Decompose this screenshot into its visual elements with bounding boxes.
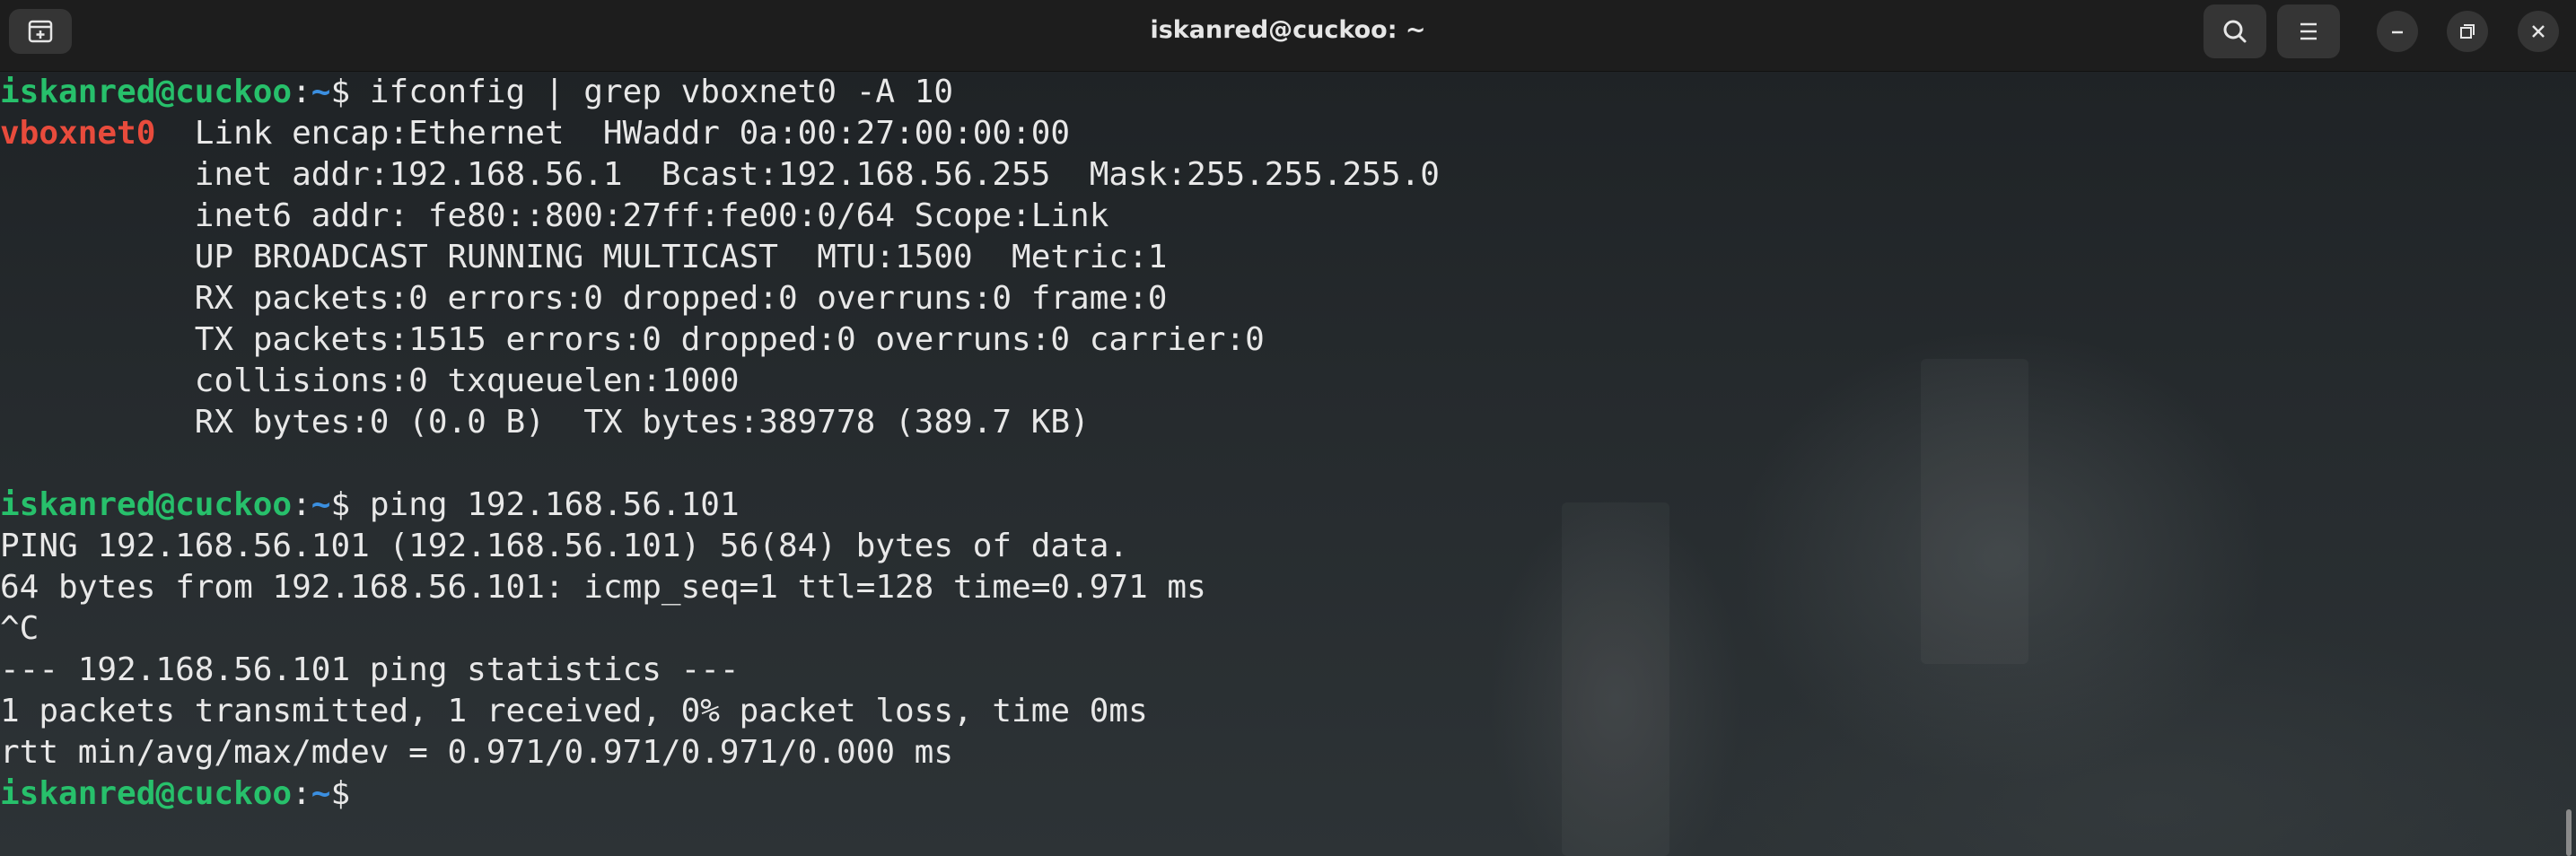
close-icon [2532, 25, 2545, 38]
search-icon [2223, 20, 2247, 43]
search-button[interactable] [2204, 4, 2266, 58]
new-tab-button[interactable] [9, 9, 72, 54]
header-bar: iskanred@cuckoo: ~ [0, 0, 2576, 72]
output-line: collisions:0 txqueuelen:1000 [0, 362, 740, 399]
output-line: RX packets:0 errors:0 dropped:0 overruns… [0, 280, 1168, 317]
output-text: Link encap:Ethernet HWaddr 0a:00:27:00:0… [155, 115, 1071, 152]
terminal-output-area[interactable]: iskanred@cuckoo:~$ ifconfig | grep vboxn… [0, 72, 2576, 856]
hamburger-menu-icon [2300, 22, 2317, 40]
prompt-user-host: iskanred@cuckoo [0, 775, 293, 812]
output-line: RX bytes:0 (0.0 B) TX bytes:389778 (389.… [0, 404, 1090, 441]
main-menu-button[interactable] [2277, 4, 2340, 58]
restore-icon [2460, 24, 2475, 39]
background-wallpaper-shape [1921, 359, 2028, 664]
terminal-lines: iskanred@cuckoo:~$ ifconfig | grep vboxn… [0, 72, 1440, 815]
prompt-dollar: $ [330, 775, 370, 812]
prompt-path: ~ [311, 775, 331, 812]
close-button[interactable] [2518, 11, 2559, 52]
prompt-colon: : [292, 486, 311, 523]
output-line: 1 packets transmitted, 1 received, 0% pa… [0, 693, 1148, 729]
command-line: iskanred@cuckoo:~$ ifconfig | grep vboxn… [0, 72, 1440, 113]
background-wallpaper-shape [1562, 502, 1669, 856]
prompt-dollar: $ [330, 74, 370, 110]
command-text: ping 192.168.56.101 [369, 486, 740, 523]
active-prompt-line[interactable]: iskanred@cuckoo:~$ [0, 773, 1440, 815]
new-tab-icon [28, 20, 53, 43]
command-text: ifconfig | grep vboxnet0 -A 10 [369, 74, 954, 110]
output-line: vboxnet0 Link encap:Ethernet HWaddr 0a:0… [0, 113, 1440, 154]
prompt-colon: : [292, 775, 311, 812]
minimize-icon [2392, 31, 2403, 34]
output-line: ^C [0, 610, 39, 647]
prompt-user-host: iskanred@cuckoo [0, 486, 293, 523]
output-line: 64 bytes from 192.168.56.101: icmp_seq=1… [0, 569, 1206, 606]
command-line: iskanred@cuckoo:~$ ping 192.168.56.101 [0, 485, 1440, 526]
output-line: rtt min/avg/max/mdev = 0.971/0.971/0.971… [0, 734, 954, 771]
scrollbar-thumb[interactable] [2566, 809, 2572, 856]
output-line: PING 192.168.56.101 (192.168.56.101) 56(… [0, 528, 1129, 564]
prompt-colon: : [292, 74, 311, 110]
output-line: inet6 addr: fe80::800:27ff:fe00:0/64 Sco… [0, 197, 1109, 234]
output-line: --- 192.168.56.101 ping statistics --- [0, 651, 740, 688]
output-line: TX packets:1515 errors:0 dropped:0 overr… [0, 321, 1265, 358]
prompt-path: ~ [311, 486, 331, 523]
maximize-button[interactable] [2447, 11, 2488, 52]
output-line: UP BROADCAST RUNNING MULTICAST MTU:1500 … [0, 239, 1168, 275]
prompt-dollar: $ [330, 486, 370, 523]
minimize-button[interactable] [2377, 11, 2418, 52]
output-line: inet addr:192.168.56.1 Bcast:192.168.56.… [0, 156, 1440, 193]
terminal-window: iskanred@cuckoo: ~ iskanred@cuckoo:~$ if… [0, 0, 2576, 856]
prompt-path: ~ [311, 74, 331, 110]
prompt-user-host: iskanred@cuckoo [0, 74, 293, 110]
text-cursor [370, 775, 390, 809]
window-title: iskanred@cuckoo: ~ [1150, 16, 1426, 44]
interface-name: vboxnet0 [0, 115, 156, 152]
